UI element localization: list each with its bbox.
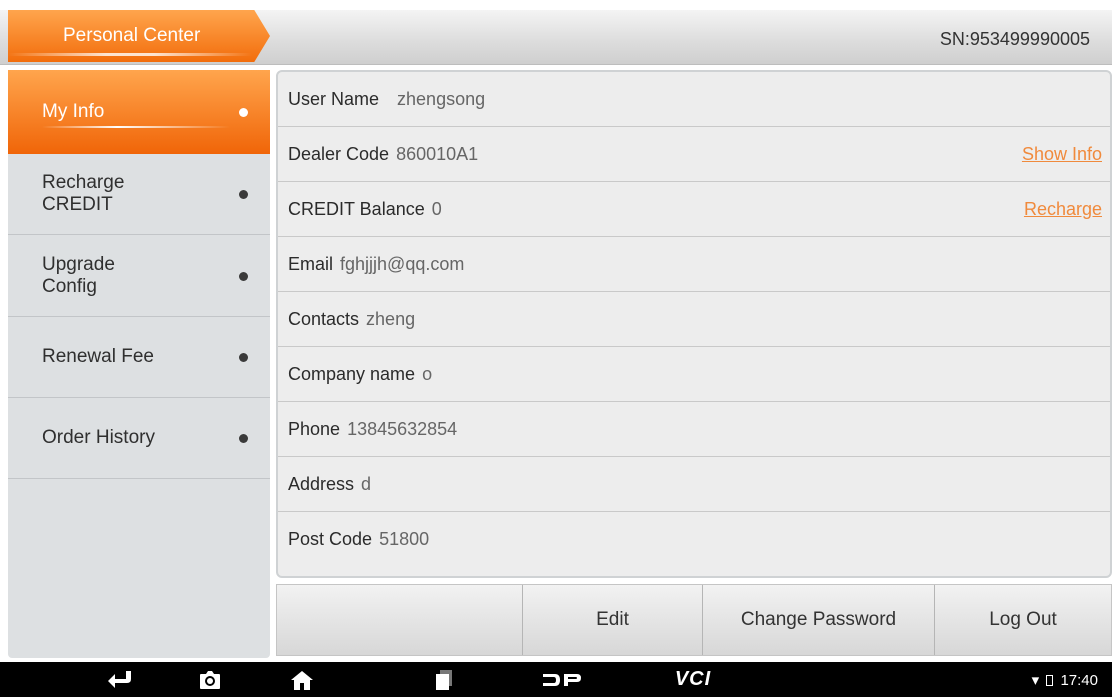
- camera-icon[interactable]: [190, 662, 230, 697]
- dp-logo-icon[interactable]: [532, 662, 592, 697]
- sidebar-item-my-info[interactable]: My Info: [8, 70, 270, 154]
- field-label: CREDIT Balance: [288, 198, 425, 219]
- info-row-user-name: User Name zhengsong: [278, 72, 1110, 127]
- log-out-button[interactable]: Log Out: [934, 585, 1111, 655]
- recharge-link[interactable]: Recharge: [1024, 199, 1102, 220]
- field-value: zheng: [366, 308, 416, 329]
- bullet-icon: [239, 108, 248, 117]
- bullet-icon: [239, 353, 248, 362]
- info-row-post-code: Post Code 51800: [278, 512, 1110, 567]
- field-label: Dealer Code: [288, 143, 390, 164]
- field-value: 860010A1: [396, 143, 479, 164]
- vci-icon[interactable]: VCI: [663, 662, 723, 697]
- change-password-button[interactable]: Change Password: [702, 585, 934, 655]
- back-icon[interactable]: [100, 662, 140, 697]
- field-label: Email: [288, 253, 334, 274]
- field-value: o: [422, 363, 433, 384]
- info-row-dealer-code: Dealer Code 860010A1 Show Info: [278, 127, 1110, 182]
- sidebar-item-order-history[interactable]: Order History: [8, 398, 270, 479]
- field-value: fghjjjh@qq.com: [340, 253, 465, 274]
- info-row-address: Address d: [278, 457, 1110, 512]
- home-icon[interactable]: [282, 662, 322, 697]
- info-panel: User Name zhengsong Dealer Code 860010A1…: [276, 70, 1112, 578]
- sidebar-item-label: My Info: [42, 101, 105, 122]
- wifi-icon: ▾: [1031, 672, 1040, 689]
- info-row-contacts: Contacts zheng: [278, 292, 1110, 347]
- field-value: 0: [431, 198, 442, 219]
- field-label: Post Code: [288, 529, 373, 549]
- bullet-icon: [239, 271, 248, 281]
- show-info-link[interactable]: Show Info: [1022, 144, 1102, 165]
- field-value: 51800: [379, 529, 430, 549]
- sidebar-item-label: Order History: [42, 427, 155, 448]
- serial-number: SN:953499990005: [939, 29, 1090, 49]
- field-value: zhengsong: [397, 88, 486, 109]
- sidebar: My Info Recharge CREDIT Upgrade Config R…: [8, 70, 270, 658]
- recent-apps-icon[interactable]: [424, 662, 464, 697]
- field-label: User Name: [288, 88, 380, 109]
- field-label: Company name: [288, 363, 416, 384]
- field-label: Contacts: [288, 308, 360, 329]
- system-nav-bar: VCI ▾ 17:40: [0, 662, 1112, 697]
- action-bar: Edit Change Password Log Out: [276, 584, 1112, 656]
- sidebar-item-renewal-fee[interactable]: Renewal Fee: [8, 317, 270, 398]
- info-row-phone: Phone 13845632854: [278, 402, 1110, 457]
- field-label: Phone: [288, 418, 341, 439]
- top-bar: Personal Center SN:953499990005: [0, 10, 1112, 65]
- field-value: d: [361, 473, 372, 494]
- field-label: Address: [288, 473, 355, 494]
- field-value: 13845632854: [347, 418, 458, 439]
- info-row-email: Email fghjjjh@qq.com: [278, 237, 1110, 292]
- bullet-icon: [239, 434, 248, 443]
- sidebar-item-recharge-credit[interactable]: Recharge CREDIT: [8, 154, 270, 235]
- sidebar-item-label: Renewal Fee: [42, 346, 154, 367]
- sidebar-item-label: Upgrade Config: [42, 253, 115, 297]
- page-title: Personal Center: [8, 10, 270, 62]
- status-area: ▾ 17:40: [1032, 671, 1098, 689]
- info-row-credit-balance: CREDIT Balance 0 Recharge: [278, 182, 1110, 237]
- sidebar-item-upgrade-config[interactable]: Upgrade Config: [8, 235, 270, 317]
- clock-time: 17:40: [1060, 672, 1098, 689]
- bullet-icon: [239, 190, 248, 199]
- battery-icon: [1046, 675, 1054, 686]
- edit-button[interactable]: Edit: [522, 585, 702, 655]
- info-row-company-name: Company name o: [278, 347, 1110, 402]
- sidebar-item-label: Recharge CREDIT: [42, 172, 125, 215]
